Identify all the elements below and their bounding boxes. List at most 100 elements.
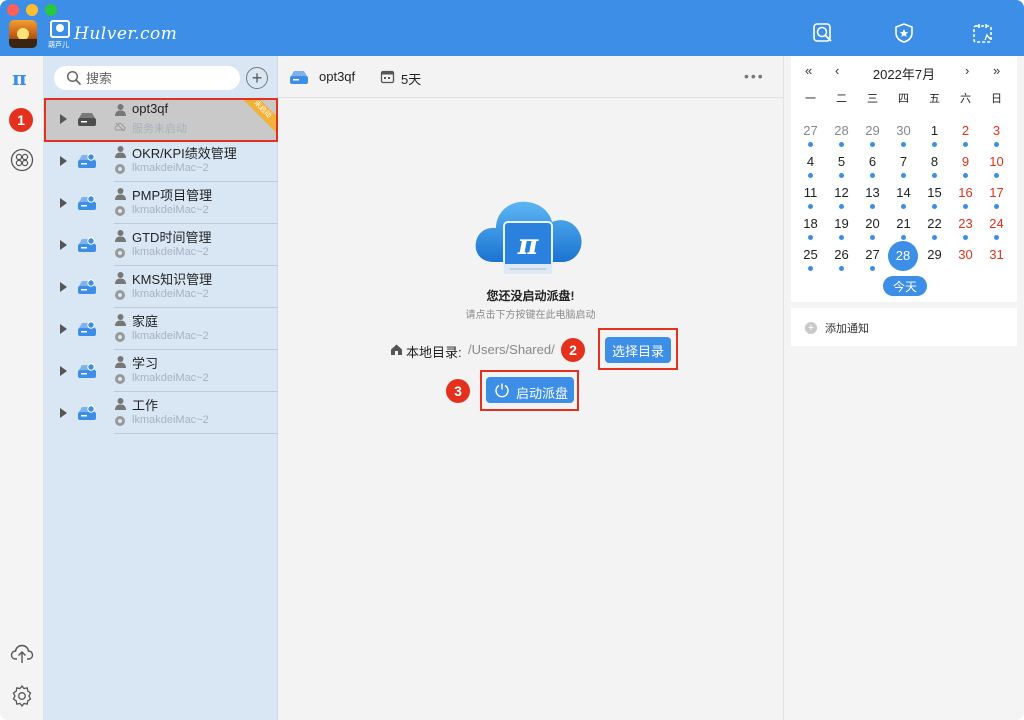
calendar-day[interactable]: 2	[950, 119, 981, 150]
add-drive-button[interactable]: +	[246, 67, 268, 89]
zoom-window-button[interactable]	[45, 4, 57, 16]
calendar-day[interactable]: 24	[981, 212, 1012, 243]
calendar-day[interactable]: 20	[857, 212, 888, 243]
expand-caret-icon[interactable]	[60, 114, 67, 124]
calendar-day[interactable]: 13	[857, 181, 888, 212]
calendar-day[interactable]: 12	[826, 181, 857, 212]
calendar-day[interactable]: 30	[888, 119, 919, 150]
drive-sidebar: + opt3qf服务未启动未启动OKR/KPI绩效管理lkmakdeiMac~2…	[44, 56, 278, 720]
calendar-day[interactable]: 30	[950, 243, 981, 274]
calendar-day-today[interactable]: 28	[888, 241, 919, 274]
event-dot	[901, 142, 906, 147]
close-window-button[interactable]	[7, 4, 19, 16]
search-box	[54, 66, 240, 90]
calendar-day[interactable]: 1	[919, 119, 950, 150]
star-shield-icon[interactable]	[893, 22, 915, 44]
main-header: opt3qf 5天 •••	[278, 56, 783, 98]
calendar-day[interactable]: 10	[981, 150, 1012, 181]
user-avatar[interactable]	[9, 20, 37, 48]
expand-caret-icon[interactable]	[60, 240, 67, 250]
day-number: 4	[806, 154, 815, 169]
drive-item-title: opt3qf	[132, 101, 169, 116]
day-number: 22	[927, 216, 942, 231]
calendar-day[interactable]: 6	[857, 150, 888, 181]
calendar-day[interactable]: 28	[826, 119, 857, 150]
event-dot	[994, 204, 999, 209]
calendar-day[interactable]: 9	[950, 150, 981, 181]
calendar-day[interactable]: 25	[795, 243, 826, 274]
calendar-day[interactable]: 15	[919, 181, 950, 212]
expand-caret-icon[interactable]	[60, 198, 67, 208]
drive-item[interactable]: GTD时间管理 lkmakdeiMac~2	[44, 224, 278, 266]
calendar-day[interactable]: 19	[826, 212, 857, 243]
calendar-day[interactable]: 3	[981, 119, 1012, 150]
today-button[interactable]: 今天	[883, 276, 927, 296]
calendar-day[interactable]: 27	[857, 243, 888, 274]
expand-caret-icon[interactable]	[60, 408, 67, 418]
calendar-day[interactable]: 27	[795, 119, 826, 150]
drive-icon	[78, 195, 96, 210]
calendar-title: 2022年7月	[872, 67, 936, 82]
calendar-day[interactable]: 11	[795, 181, 826, 212]
settings-icon[interactable]	[10, 684, 34, 708]
cloud-upload-icon[interactable]	[10, 642, 34, 666]
add-notice-card[interactable]: + 添加通知	[791, 308, 1017, 346]
expand-caret-icon[interactable]	[60, 324, 67, 334]
calendar-day[interactable]: 4	[795, 150, 826, 181]
day-number: 23	[958, 216, 973, 231]
calendar-day[interactable]: 18	[795, 212, 826, 243]
more-options-button[interactable]: •••	[744, 68, 765, 84]
day-number: 5	[837, 154, 846, 169]
search-input[interactable]	[86, 69, 226, 87]
calendar-day[interactable]: 16	[950, 181, 981, 212]
calendar-day[interactable]: 26	[826, 243, 857, 274]
day-number: 7	[899, 154, 908, 169]
user-icon	[115, 146, 126, 158]
apps-grid-icon[interactable]	[10, 148, 34, 172]
calendar-day[interactable]: 17	[981, 181, 1012, 212]
drive-item[interactable]: 学习 lkmakdeiMac~2	[44, 350, 278, 392]
drive-icon	[78, 279, 96, 294]
expand-caret-icon[interactable]	[60, 366, 67, 376]
user-icon	[115, 398, 126, 410]
start-drive-button[interactable]: 启动派盘	[486, 377, 574, 403]
calendar-day[interactable]: 14	[888, 181, 919, 212]
expand-caret-icon[interactable]	[60, 282, 67, 292]
calendar-day[interactable]: 7	[888, 150, 919, 181]
select-directory-button[interactable]: 选择目录	[605, 337, 671, 363]
pi-logo-icon[interactable]: π	[12, 66, 27, 90]
calendar-day[interactable]: 29	[919, 243, 950, 274]
calendar-day[interactable]: 29	[857, 119, 888, 150]
day-number: 26	[834, 247, 849, 262]
calendar-icon[interactable]	[972, 22, 994, 44]
calendar-days-icon	[380, 70, 395, 84]
app-logo-subtitle: 葫芦儿	[48, 42, 69, 49]
next-year-button[interactable]: »	[993, 63, 1000, 78]
minimize-window-button[interactable]	[26, 4, 38, 16]
calendar-day[interactable]: 22	[919, 212, 950, 243]
event-dot	[870, 266, 875, 271]
svg-text:π: π	[517, 228, 539, 261]
calendar-day[interactable]: 8	[919, 150, 950, 181]
expand-caret-icon[interactable]	[60, 156, 67, 166]
step-badge-2: 2	[561, 338, 585, 362]
calendar-day[interactable]: 5	[826, 150, 857, 181]
drive-item[interactable]: 家庭 lkmakdeiMac~2	[44, 308, 278, 350]
event-dot	[870, 204, 875, 209]
drive-item[interactable]: opt3qf 服务未启动 未启动	[44, 98, 278, 140]
next-month-button[interactable]: ›	[965, 63, 969, 78]
drive-item[interactable]: OKR/KPI绩效管理 lkmakdeiMac~2	[44, 140, 278, 182]
search-drive-icon[interactable]	[812, 22, 834, 44]
drive-item[interactable]: PMP项目管理 lkmakdeiMac~2	[44, 182, 278, 224]
calendar-grid: 一二三四五六日 27 28 29 30 1 2 3 4 5 6 7 8 9 10 11 12 13 14 15 16 17…	[795, 88, 1013, 274]
user-icon	[115, 188, 126, 200]
calendar-day[interactable]: 23	[950, 212, 981, 243]
calendar-day[interactable]: 31	[981, 243, 1012, 274]
drive-item-subtitle: lkmakdeiMac~2	[132, 414, 209, 426]
drive-item[interactable]: KMS知识管理 lkmakdeiMac~2	[44, 266, 278, 308]
drive-item[interactable]: 工作 lkmakdeiMac~2	[44, 392, 278, 434]
calendar-day[interactable]: 21	[888, 212, 919, 243]
day-number: 24	[989, 216, 1004, 231]
drive-item-title: PMP项目管理	[132, 188, 213, 203]
add-notice-label: 添加通知	[825, 323, 869, 335]
